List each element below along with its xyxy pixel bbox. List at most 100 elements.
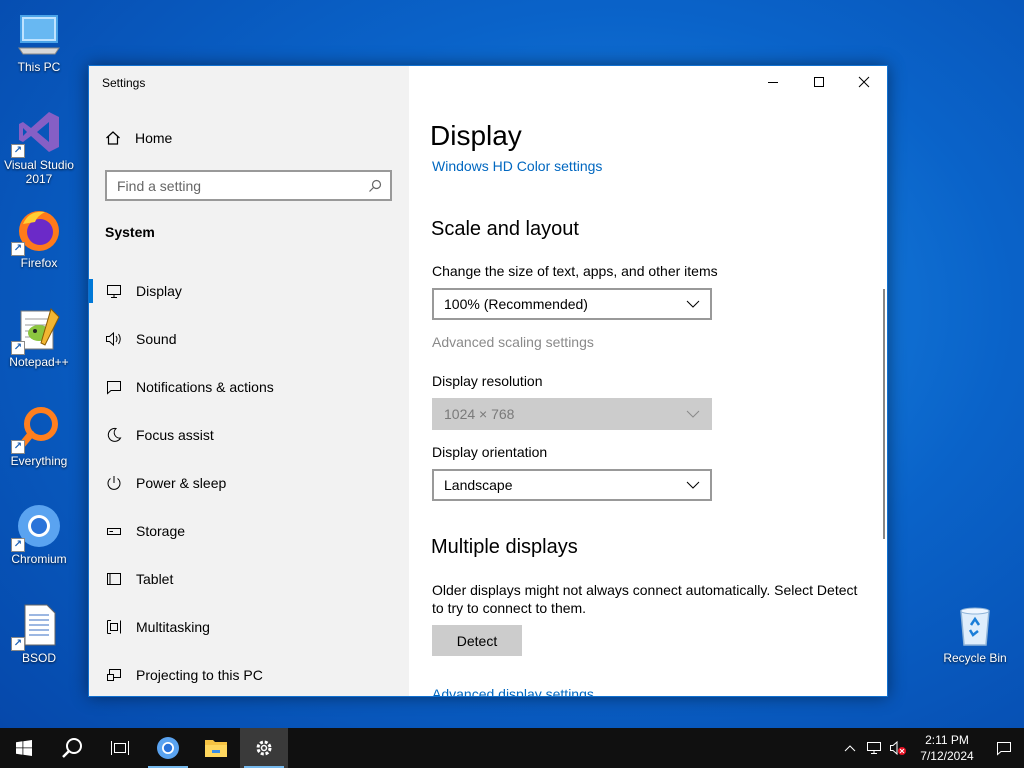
detect-button[interactable]: Detect (432, 625, 522, 656)
sidebar-item-sound[interactable]: Sound (89, 315, 409, 363)
action-center-button[interactable] (984, 728, 1024, 768)
computer-icon (15, 10, 63, 58)
settings-window: Settings Home Find a setting System Disp… (88, 65, 888, 697)
chromium-icon: ↗ (11, 502, 63, 552)
shortcut-arrow-icon: ↗ (11, 538, 25, 552)
sidebar-item-storage[interactable]: Storage (89, 507, 409, 555)
taskbar-chromium[interactable] (144, 728, 192, 768)
scale-dropdown[interactable]: 100% (Recommended) (432, 288, 712, 320)
taskbar-settings[interactable] (240, 728, 288, 768)
desktop-icon-label: Recycle Bin (943, 651, 1007, 665)
clock-date: 7/12/2024 (920, 749, 974, 763)
visual-studio-icon: ↗ (11, 108, 63, 158)
shortcut-arrow-icon: ↗ (11, 144, 25, 158)
scrollbar[interactable] (883, 289, 885, 539)
sidebar-item-tablet[interactable]: Tablet (89, 555, 409, 603)
search-icon (62, 738, 82, 758)
minimize-button[interactable] (750, 66, 796, 98)
desktop-icon-label: Everything (10, 454, 68, 468)
projecting-icon (105, 666, 123, 684)
taskbar-file-explorer[interactable] (192, 728, 240, 768)
desktop-icon-visual-studio[interactable]: ↗ Visual Studio 2017 (1, 108, 77, 186)
sidebar-item-label: Focus assist (136, 427, 214, 443)
document-icon: ↗ (11, 601, 63, 651)
shortcut-arrow-icon: ↗ (11, 341, 25, 355)
start-button[interactable] (0, 728, 48, 768)
sidebar-item-label: Multitasking (136, 619, 210, 635)
desktop-icon-recycle-bin[interactable]: Recycle Bin (937, 601, 1013, 665)
network-icon (867, 742, 881, 754)
window-title: Settings (102, 76, 146, 90)
chevron-down-icon (686, 300, 700, 308)
desktop-icon-chromium[interactable]: ↗ Chromium (1, 502, 77, 566)
tablet-icon (105, 570, 123, 588)
taskbar-clock[interactable]: 2:11 PM 7/12/2024 (910, 732, 984, 764)
nav-home[interactable]: Home (105, 130, 172, 146)
page-title: Display (430, 120, 522, 151)
power-icon (105, 474, 123, 492)
sidebar-item-focus-assist[interactable]: Focus assist (89, 411, 409, 459)
volume-button[interactable] (886, 728, 910, 768)
multiple-displays-heading: Multiple displays (431, 536, 578, 558)
settings-sidebar: Settings Home Find a setting System Disp… (89, 66, 409, 696)
settings-content: Display Windows HD Color settings Scale … (409, 66, 887, 696)
moon-icon (105, 426, 123, 444)
desktop-icon-firefox[interactable]: ↗ Firefox (1, 206, 77, 270)
desktop-icon-label: Visual Studio 2017 (4, 158, 74, 186)
start-icon (16, 740, 32, 756)
task-view-button[interactable] (96, 728, 144, 768)
sidebar-item-notifications[interactable]: Notifications & actions (89, 363, 409, 411)
maximize-button[interactable] (796, 66, 842, 98)
nav-list: Display Sound Notifications & actions Fo… (89, 267, 409, 696)
search-icon (369, 179, 382, 192)
sidebar-item-multitasking[interactable]: Multitasking (89, 603, 409, 651)
resolution-dropdown[interactable]: 1024 × 768 (432, 398, 712, 430)
orientation-dropdown-value: Landscape (444, 477, 513, 493)
sidebar-item-display[interactable]: Display (89, 267, 409, 315)
sidebar-item-projecting[interactable]: Projecting to this PC (89, 651, 409, 696)
advanced-display-settings-link[interactable]: Advanced display settings (432, 686, 594, 696)
sidebar-item-label: Display (136, 283, 182, 299)
search-input[interactable]: Find a setting (105, 170, 392, 201)
desktop-icon-this-pc[interactable]: This PC (1, 10, 77, 74)
network-button[interactable] (862, 728, 886, 768)
settings-gear-icon (256, 740, 272, 756)
show-hidden-icons-button[interactable] (838, 728, 862, 768)
orientation-dropdown[interactable]: Landscape (432, 469, 712, 501)
storage-icon (105, 522, 123, 540)
desktop-icon-everything[interactable]: ↗ Everything (1, 404, 77, 468)
advanced-scaling-link[interactable]: Advanced scaling settings (432, 334, 594, 350)
taskbar-search-button[interactable] (48, 728, 96, 768)
desktop-icon-bsod[interactable]: ↗ BSOD (1, 601, 77, 665)
sidebar-item-label: Storage (136, 523, 186, 539)
scale-label: Change the size of text, apps, and other… (432, 263, 718, 279)
speaker-icon (105, 330, 123, 348)
maximize-icon (814, 77, 824, 87)
scale-dropdown-value: 100% (Recommended) (444, 296, 588, 312)
multiple-displays-description: Older displays might not always connect … (432, 582, 858, 616)
notification-icon (105, 378, 123, 396)
sidebar-item-label: Tablet (136, 571, 174, 587)
hd-color-settings-link[interactable]: Windows HD Color settings (432, 158, 602, 174)
close-button[interactable] (841, 66, 887, 98)
desktop-icon-notepadpp[interactable]: ↗ Notepad++ (1, 305, 77, 369)
scale-layout-heading: Scale and layout (431, 218, 579, 240)
desktop-icon-label: Notepad++ (9, 355, 69, 369)
nav-home-label: Home (135, 130, 173, 146)
orientation-label: Display orientation (432, 444, 548, 460)
home-icon (106, 131, 120, 145)
file-explorer-icon (205, 740, 227, 757)
chevron-down-icon (686, 481, 700, 489)
sidebar-item-label: Notifications & actions (136, 379, 274, 395)
sidebar-item-power-sleep[interactable]: Power & sleep (89, 459, 409, 507)
shortcut-arrow-icon: ↗ (11, 242, 25, 256)
everything-search-icon: ↗ (11, 404, 63, 454)
task-view-icon (111, 741, 129, 755)
resolution-label: Display resolution (432, 373, 543, 389)
sidebar-item-label: Projecting to this PC (136, 667, 263, 683)
system-tray: 2:11 PM 7/12/2024 (838, 728, 1024, 768)
desktop-icon-label: Chromium (11, 552, 67, 566)
sidebar-item-label: Sound (136, 331, 177, 347)
search-placeholder: Find a setting (117, 177, 202, 194)
chromium-icon (157, 737, 179, 759)
